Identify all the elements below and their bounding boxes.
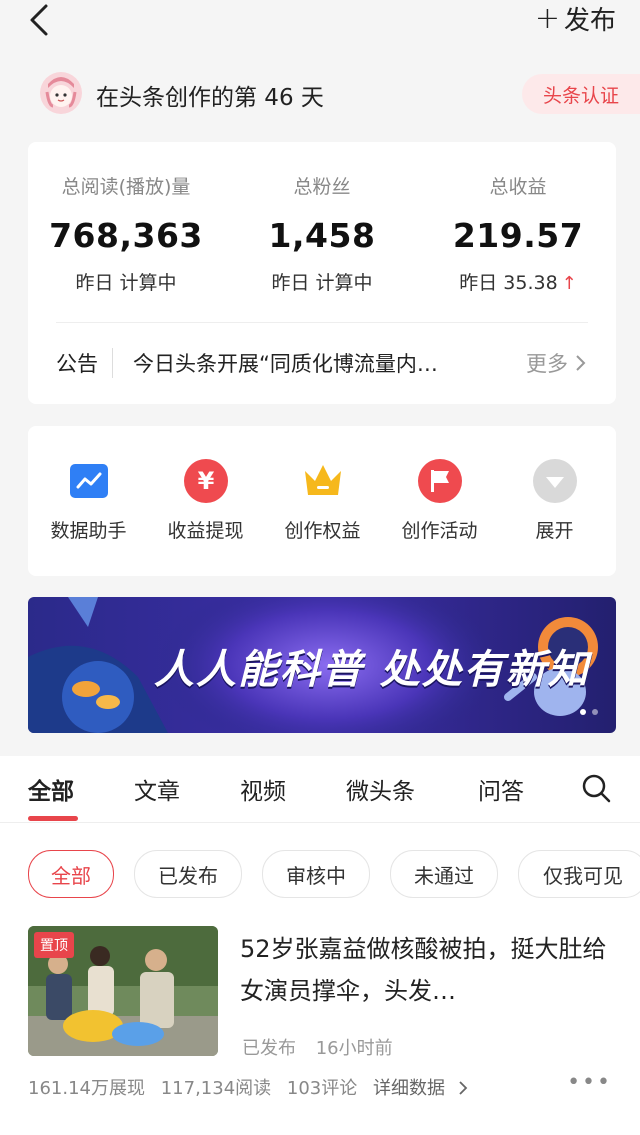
tool-data-assistant[interactable]: 数据助手 (30, 458, 147, 543)
tab-qa[interactable]: 问答 (478, 772, 524, 806)
impressions-count: 161.14万展现 (28, 1078, 145, 1099)
tab-articles[interactable]: 文章 (134, 772, 180, 806)
content-section: 全部 文章 视频 微头条 问答 全部 已发布 审核中 未通过 仅我可见 置顶 5… (0, 756, 640, 1135)
divider (56, 322, 588, 323)
expand-icon (532, 458, 578, 504)
detail-label: 详细数据 (372, 1078, 445, 1099)
verify-button[interactable]: 头条认证 (522, 74, 640, 114)
tool-label: 创作权益 (284, 520, 361, 542)
avatar[interactable] (40, 72, 82, 114)
top-bar: + 发布 (0, 0, 640, 50)
stat-label: 总阅读(播放)量 (61, 176, 191, 198)
tab-micro-posts[interactable]: 微头条 (346, 772, 415, 806)
chart-icon (66, 458, 112, 504)
filter-reviewing[interactable]: 审核中 (262, 850, 370, 898)
content-tabs: 全部 文章 视频 微头条 问答 (0, 756, 640, 823)
announcement-more-link[interactable]: 更多 (526, 348, 588, 378)
svg-text:¥: ¥ (197, 467, 214, 495)
publish-label: 发布 (563, 5, 616, 36)
stat-sub-row: 昨日 35.38 ↑ (420, 268, 616, 295)
creation-days-text: 在头条创作的第 46 天 (96, 85, 324, 111)
publish-button[interactable]: + 发布 (535, 0, 616, 36)
comments-count: 103评论 (286, 1078, 358, 1099)
stat-sub: 昨日 35.38 (459, 272, 558, 294)
tool-label: 数据助手 (50, 520, 127, 542)
filter-published[interactable]: 已发布 (134, 850, 242, 898)
tab-videos[interactable]: 视频 (240, 772, 286, 806)
status-filters: 全部 已发布 审核中 未通过 仅我可见 (0, 850, 640, 900)
article-title[interactable]: 52岁张嘉益做核酸被拍，挺大肚给女演员撑伞，头发… (240, 928, 610, 1012)
yen-icon: ¥ (183, 458, 229, 504)
banner-title: 人人能科普 处处有新知 (154, 647, 590, 693)
chevron-right-icon (459, 1081, 468, 1095)
search-icon[interactable] (580, 772, 612, 804)
more-options-icon[interactable]: ••• (567, 1070, 612, 1095)
article-time: 16小时前 (315, 1038, 393, 1059)
announcement-text[interactable]: 今日头条开展“同质化博流量内… (133, 348, 483, 378)
pinned-badge: 置顶 (34, 932, 74, 958)
active-tab-indicator (28, 816, 78, 821)
tab-all[interactable]: 全部 (28, 772, 74, 806)
reads-count: 117,134阅读 (160, 1078, 272, 1099)
article-status: 已发布 (242, 1038, 296, 1059)
arrow-up-icon: ↑ (561, 273, 577, 294)
article-item[interactable]: 置顶 52岁张嘉益做核酸被拍，挺大肚给女演员撑伞，头发… 已发布 16小时前 1… (0, 926, 640, 1126)
article-thumbnail[interactable]: 置顶 (28, 926, 218, 1056)
announcement-row[interactable]: 公告 今日头条开展“同质化博流量内… 更多 (56, 346, 588, 380)
promo-banner[interactable]: 人人能科普 处处有新知 (28, 597, 616, 733)
tool-creator-activities[interactable]: 创作活动 (381, 458, 498, 543)
carousel-dot (592, 709, 598, 715)
tool-label: 创作活动 (401, 520, 478, 542)
article-stats: 161.14万展现 117,134阅读 103评论 详细数据 (28, 1074, 479, 1100)
stat-label: 总粉丝 (293, 176, 351, 198)
stat-sub: 昨日 计算中 (75, 272, 177, 294)
filter-rejected[interactable]: 未通过 (390, 850, 498, 898)
filter-all[interactable]: 全部 (28, 850, 114, 898)
more-label: 更多 (526, 352, 568, 376)
filter-private[interactable]: 仅我可见 (518, 850, 640, 898)
detail-data-link[interactable]: 详细数据 (373, 1078, 469, 1099)
stat-label: 总收益 (489, 176, 547, 198)
creator-profile-row: 在头条创作的第 46 天 头条认证 (0, 68, 640, 124)
stat-sub: 昨日 计算中 (271, 272, 373, 294)
tool-label: 展开 (535, 520, 574, 542)
carousel-dots (580, 709, 598, 715)
carousel-dot (580, 709, 586, 715)
tool-expand[interactable]: 展开 (496, 458, 613, 543)
back-arrow-icon[interactable] (26, 2, 56, 38)
crown-icon (300, 458, 346, 504)
stat-value: 1,458 (268, 216, 376, 255)
tools-card: 数据助手 ¥ 收益提现 创作权益 创作活动 展开 (28, 426, 616, 576)
tool-creator-rights[interactable]: 创作权益 (264, 458, 381, 543)
stats-card: 总阅读(播放)量 768,363 昨日 计算中 总粉丝 1,458 昨日 计算中… (28, 142, 616, 404)
stat-value: 219.57 (452, 216, 584, 255)
plus-icon: + (534, 0, 560, 36)
chevron-right-icon (576, 355, 586, 371)
tool-income-withdraw[interactable]: ¥ 收益提现 (147, 458, 264, 543)
article-meta: 已发布 16小时前 (242, 1034, 407, 1060)
flag-icon (417, 458, 463, 504)
announcement-tag: 公告 (56, 348, 113, 378)
tool-label: 收益提现 (167, 520, 244, 542)
stat-value: 768,363 (49, 216, 203, 255)
